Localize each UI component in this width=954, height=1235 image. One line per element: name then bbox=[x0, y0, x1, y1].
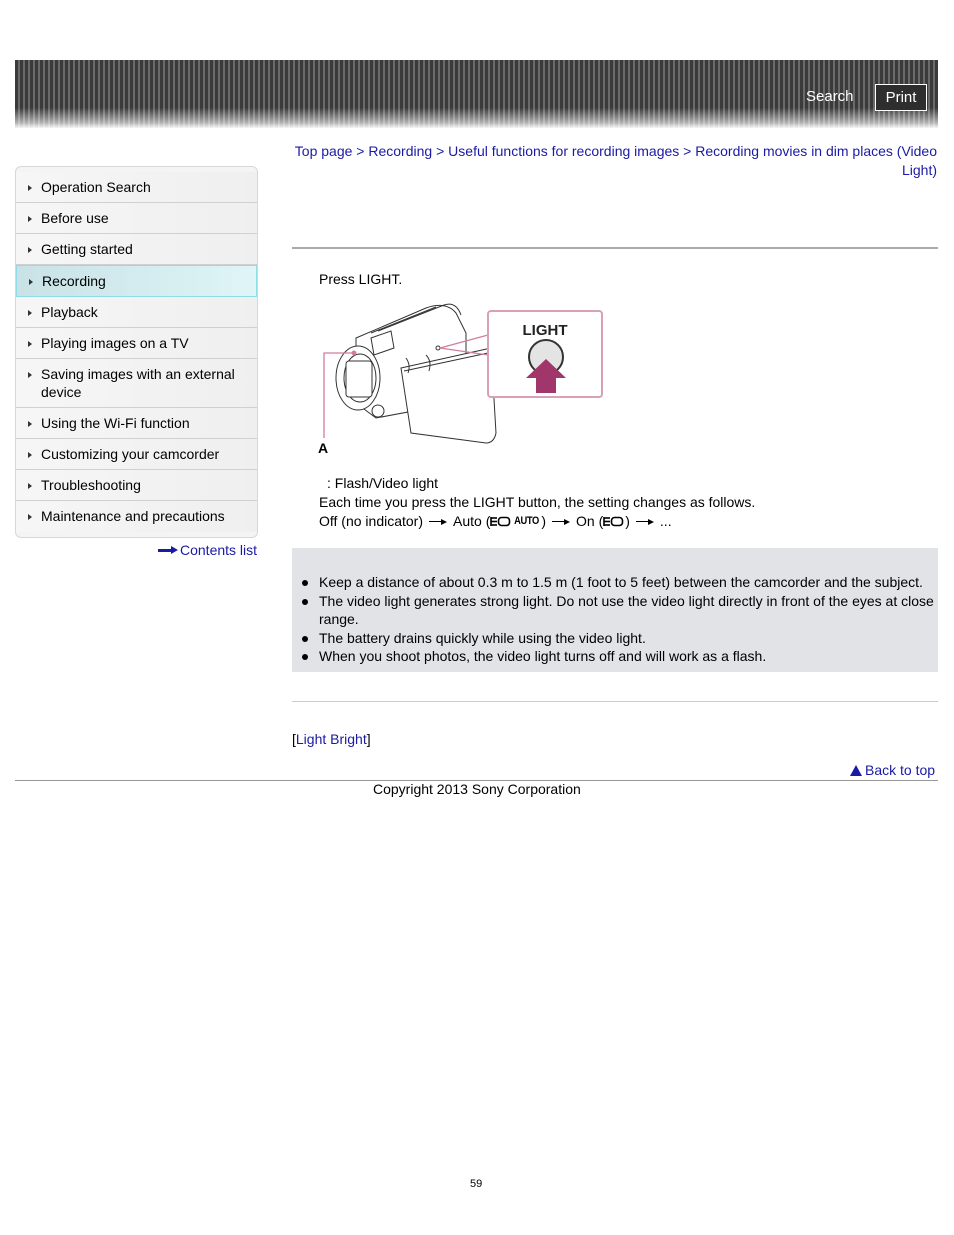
sidebar-item-recording[interactable]: Recording bbox=[16, 265, 257, 297]
arrow-right-icon bbox=[635, 518, 654, 526]
related-topics: [Light Bright] bbox=[292, 731, 371, 747]
print-button[interactable]: Print bbox=[875, 84, 927, 111]
sidebar-item-label: Before use bbox=[41, 210, 109, 226]
video-light-on-icon bbox=[603, 516, 624, 527]
sidebar-item-playback[interactable]: Playback bbox=[16, 297, 257, 328]
light-bright-link[interactable]: Light Bright bbox=[296, 731, 367, 747]
note-text: Keep a distance of about 0.3 m to 1.5 m … bbox=[319, 574, 923, 590]
light-sequence: Off (no indicator) Auto ( AUTO ) On ( ) … bbox=[319, 512, 755, 531]
sequence-off: Off (no indicator) bbox=[319, 513, 424, 529]
note-item: The battery drains quickly while using t… bbox=[302, 629, 938, 648]
bullet-icon bbox=[302, 598, 308, 605]
note-text: The battery drains quickly while using t… bbox=[319, 629, 646, 646]
callout-a-label: A bbox=[318, 440, 328, 456]
page-number: 59 bbox=[470, 1178, 483, 1190]
sidebar-nav: Operation Search Before use Getting star… bbox=[15, 166, 258, 538]
back-to-top-link[interactable]: Back to top bbox=[850, 762, 935, 778]
caret-right-icon bbox=[28, 341, 32, 347]
sidebar-item-before-use[interactable]: Before use bbox=[16, 203, 257, 234]
caret-right-icon bbox=[28, 247, 32, 253]
sidebar-item-wifi[interactable]: Using the Wi-Fi function bbox=[16, 408, 257, 439]
bullet-icon bbox=[302, 654, 308, 660]
note-text: The video light generates strong light. … bbox=[319, 592, 934, 628]
copyright: Copyright 2013 Sony Corporation bbox=[373, 781, 581, 797]
sidebar-item-troubleshooting[interactable]: Troubleshooting bbox=[16, 470, 257, 501]
caret-right-icon bbox=[28, 185, 32, 191]
sidebar-item-label: Getting started bbox=[41, 241, 133, 257]
camcorder-drawing bbox=[335, 303, 497, 444]
arrow-right-icon bbox=[158, 546, 178, 554]
header-bar bbox=[15, 60, 938, 128]
contents-list-label: Contents list bbox=[180, 542, 258, 558]
camcorder-illustration: A LIGHT bbox=[318, 303, 603, 456]
note-item: When you shoot photos, the video light t… bbox=[302, 647, 938, 666]
triangle-up-icon bbox=[850, 764, 862, 776]
sidebar-item-getting-started[interactable]: Getting started bbox=[16, 234, 257, 265]
caret-right-icon bbox=[28, 421, 32, 427]
video-light-icon bbox=[490, 516, 511, 527]
sequence-on-suffix: ) bbox=[625, 513, 630, 529]
search-link[interactable]: Search bbox=[806, 88, 854, 105]
breadcrumb-separator: > bbox=[356, 143, 365, 159]
note-text: When you shoot photos, the video light t… bbox=[319, 648, 767, 664]
note-item: Keep a distance of about 0.3 m to 1.5 m … bbox=[302, 573, 938, 592]
sidebar-item-label: Customizing your camcorder bbox=[41, 446, 220, 462]
breadcrumb-separator: > bbox=[683, 143, 692, 159]
notes-box: Keep a distance of about 0.3 m to 1.5 m … bbox=[292, 548, 938, 672]
sidebar-item-label: Playback bbox=[41, 304, 98, 320]
sequence-auto-prefix: Auto ( bbox=[453, 513, 491, 529]
bracket-close: ] bbox=[366, 731, 371, 747]
section-divider bbox=[292, 701, 938, 702]
caret-right-icon bbox=[28, 310, 32, 316]
legend-text: : Flash/Video light bbox=[327, 475, 439, 491]
sequence-on-prefix: On ( bbox=[576, 513, 604, 529]
breadcrumb-useful-functions[interactable]: Useful functions for recording images bbox=[448, 143, 679, 159]
bullet-icon bbox=[302, 580, 308, 586]
legend-line: : Flash/Video light bbox=[319, 474, 755, 493]
sidebar-item-label: Troubleshooting bbox=[41, 477, 141, 493]
sidebar-item-label: Saving images with an external device bbox=[41, 366, 235, 400]
sidebar-item-operation-search[interactable]: Operation Search bbox=[16, 172, 257, 203]
note-item: The video light generates strong light. … bbox=[302, 592, 938, 629]
step-instruction: Press LIGHT. bbox=[319, 271, 403, 287]
sequence-auto-suffix: ) bbox=[541, 513, 547, 529]
caret-right-icon bbox=[29, 279, 33, 285]
sidebar-item-maintenance[interactable]: Maintenance and precautions bbox=[16, 501, 257, 532]
light-button-label: LIGHT bbox=[523, 322, 568, 339]
sidebar-item-label: Maintenance and precautions bbox=[41, 508, 225, 524]
caret-right-icon bbox=[28, 216, 32, 222]
breadcrumb-current-page[interactable]: Recording movies in dim places (Video Li… bbox=[695, 143, 937, 178]
sidebar-item-playing-images-tv[interactable]: Playing images on a TV bbox=[16, 328, 257, 359]
title-divider bbox=[292, 247, 938, 249]
sequence-ellipsis: ... bbox=[659, 513, 672, 529]
notes-list: Keep a distance of about 0.3 m to 1.5 m … bbox=[302, 573, 938, 666]
light-description: : Flash/Video light Each time you press … bbox=[319, 474, 755, 531]
sidebar-item-label: Using the Wi-Fi function bbox=[41, 415, 190, 431]
breadcrumb-top-page[interactable]: Top page bbox=[295, 143, 353, 159]
arrow-right-icon bbox=[429, 518, 448, 526]
auto-icon-text: AUTO bbox=[514, 515, 540, 527]
sidebar-item-label: Operation Search bbox=[41, 179, 151, 195]
caret-right-icon bbox=[28, 483, 32, 489]
caret-right-icon bbox=[28, 452, 32, 458]
arrow-right-icon bbox=[552, 518, 571, 526]
contents-list-link[interactable]: Contents list bbox=[158, 542, 257, 558]
caret-right-icon bbox=[28, 514, 32, 520]
back-to-top-label: Back to top bbox=[865, 762, 936, 778]
breadcrumb-separator: > bbox=[436, 143, 445, 159]
sidebar-item-customizing[interactable]: Customizing your camcorder bbox=[16, 439, 257, 470]
bullet-icon bbox=[302, 635, 308, 642]
breadcrumb-recording[interactable]: Recording bbox=[368, 143, 432, 159]
sidebar-item-label: Playing images on a TV bbox=[41, 335, 189, 351]
sidebar-item-label: Recording bbox=[42, 273, 106, 289]
sidebar-item-saving-images[interactable]: Saving images with an external device bbox=[16, 359, 257, 408]
caret-right-icon bbox=[28, 372, 32, 378]
desc-line: Each time you press the LIGHT button, th… bbox=[319, 494, 756, 510]
breadcrumb: Top page > Recording > Useful functions … bbox=[290, 142, 937, 180]
